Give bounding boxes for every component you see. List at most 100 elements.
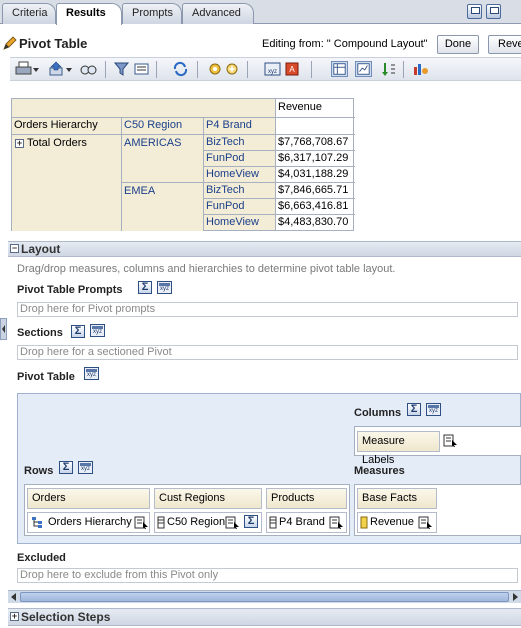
measures-dropzone[interactable]: Base Facts Revenue (354, 484, 521, 536)
revert-button[interactable]: Reve (488, 35, 521, 54)
save-icon[interactable] (467, 4, 482, 19)
brand-cell[interactable]: BizTech (204, 135, 275, 150)
column-properties-icon[interactable] (443, 434, 458, 448)
sigma-icon[interactable]: Σ (138, 281, 152, 294)
col-header-c50-region[interactable]: C50 Region (122, 118, 204, 134)
sigma-icon[interactable]: Σ (244, 515, 258, 528)
xyz-icon[interactable] (90, 324, 105, 337)
column-properties-icon[interactable] (134, 516, 149, 530)
measure-labels-chip[interactable]: Measure Labels (357, 431, 440, 466)
sort-icon[interactable] (380, 61, 397, 77)
p4-brand-chip[interactable]: P4 Brand (266, 512, 347, 533)
col-header-p4-brand[interactable]: P4 Brand (204, 118, 275, 134)
row-group-header: Cust Regions (154, 488, 262, 509)
pivot-prompts-dropzone[interactable]: Drop here for Pivot prompts (17, 302, 518, 317)
tab-prompts[interactable]: Prompts (122, 3, 182, 24)
caret-left-icon (2, 325, 5, 333)
new-calc-icon[interactable] (224, 61, 241, 77)
expand-icon[interactable]: + (10, 612, 19, 621)
find-icon[interactable] (80, 61, 97, 77)
collapse-icon[interactable]: − (10, 244, 19, 253)
sigma-icon[interactable]: Σ (407, 403, 421, 416)
horizontal-scrollbar[interactable] (8, 590, 521, 603)
orders-hierarchy-chip[interactable]: Orders Hierarchy (27, 512, 150, 533)
region-cell: AMERICAS (122, 135, 203, 182)
done-button[interactable]: Done (437, 35, 479, 54)
brand-cell[interactable]: HomeView (204, 215, 275, 230)
chevron-down-icon[interactable] (65, 61, 73, 77)
pivot-corner (12, 99, 275, 117)
column-properties-icon[interactable] (418, 516, 433, 530)
column-icon (157, 516, 165, 529)
scroll-left-icon[interactable] (9, 592, 18, 602)
col-header-orders-hierarchy: Orders Hierarchy (12, 118, 122, 134)
print-icon[interactable] (15, 61, 32, 77)
row-group-header: Orders (27, 488, 150, 509)
brand-cell[interactable]: BizTech (204, 183, 275, 198)
region-name[interactable]: AMERICAS (122, 136, 181, 151)
measures-label: Measures (354, 465, 405, 477)
tab-bar: Criteria Results Prompts Advanced (0, 0, 521, 25)
svg-text:A: A (289, 65, 295, 74)
revenue-chip[interactable]: Revenue (357, 512, 437, 533)
selection-steps-section-header[interactable]: + Selection Steps (8, 608, 521, 626)
graph-view-icon[interactable] (355, 61, 372, 77)
tab-criteria[interactable]: Criteria (2, 3, 56, 24)
measures-group-header: Base Facts (357, 488, 437, 509)
xyz-icon[interactable] (78, 461, 93, 474)
save-as-icon[interactable] (486, 4, 501, 19)
chip-label: P4 Brand (279, 516, 325, 528)
chevron-down-icon[interactable] (32, 61, 40, 77)
columns-dropzone[interactable]: Measure Labels (354, 426, 521, 466)
selection-steps-label: Selection Steps (21, 610, 111, 624)
xyz-icon[interactable]: xyz (264, 61, 281, 77)
chip-label: Orders Hierarchy (48, 516, 132, 528)
brand-cell[interactable]: HomeView (204, 167, 275, 182)
revenue-cell: $7,768,708.67 (278, 136, 349, 148)
splitter-handle[interactable] (0, 318, 7, 340)
row-header-cell: + Total Orders (12, 135, 121, 231)
sections-label: Sections (17, 327, 63, 339)
toolbar-divider (311, 61, 312, 78)
tab-results[interactable]: Results (56, 3, 122, 25)
toolbar-divider (247, 61, 248, 78)
scrollbar-thumb[interactable] (20, 592, 509, 602)
layout-section-header[interactable]: − Layout (8, 241, 521, 257)
export-icon[interactable] (48, 61, 65, 77)
pivot-table-label: Pivot Table (17, 371, 75, 383)
brand-cell[interactable]: FunPod (204, 199, 275, 214)
remove-icon[interactable]: A (285, 61, 302, 77)
sigma-icon[interactable]: Σ (59, 461, 73, 474)
xyz-icon[interactable] (157, 281, 172, 294)
chart-icon[interactable] (412, 61, 429, 77)
toolbar-divider (403, 61, 404, 78)
table-view-icon[interactable] (331, 61, 348, 77)
column-properties-icon[interactable] (225, 516, 240, 530)
toolbar-divider (105, 61, 106, 78)
svg-text:xyz: xyz (268, 69, 277, 75)
refresh-icon[interactable] (172, 61, 189, 77)
column-properties-icon[interactable] (329, 516, 344, 530)
xyz-icon[interactable] (426, 403, 441, 416)
layout-section-label: Layout (21, 242, 61, 256)
sections-dropzone[interactable]: Drop here for a sectioned Pivot (17, 345, 518, 360)
format-icon[interactable] (133, 61, 150, 77)
revenue-cell: $6,663,416.81 (278, 200, 349, 212)
brand-cell[interactable]: FunPod (204, 151, 275, 166)
c50-region-chip[interactable]: C50 Region Σ (154, 512, 262, 533)
expand-icon[interactable]: + (15, 139, 24, 148)
tab-advanced[interactable]: Advanced (182, 3, 254, 24)
hierarchy-icon (32, 517, 42, 528)
add-view-icon[interactable] (207, 61, 224, 77)
scroll-right-icon[interactable] (511, 592, 520, 602)
region-name[interactable]: EMEA (122, 184, 155, 199)
xyz-icon[interactable] (84, 367, 99, 380)
column-icon (269, 516, 277, 529)
filter-icon[interactable] (113, 61, 130, 77)
columns-label: Columns (354, 407, 402, 419)
sigma-icon[interactable]: Σ (71, 325, 85, 338)
revenue-cell: $4,483,830.70 (278, 216, 349, 228)
layout-help-text: Drag/drop measures, columns and hierarch… (17, 263, 396, 275)
rows-dropzone[interactable]: Orders Orders Hierarchy Cust Regions C50… (24, 484, 350, 536)
excluded-dropzone[interactable]: Drop here to exclude from this Pivot onl… (17, 568, 518, 583)
